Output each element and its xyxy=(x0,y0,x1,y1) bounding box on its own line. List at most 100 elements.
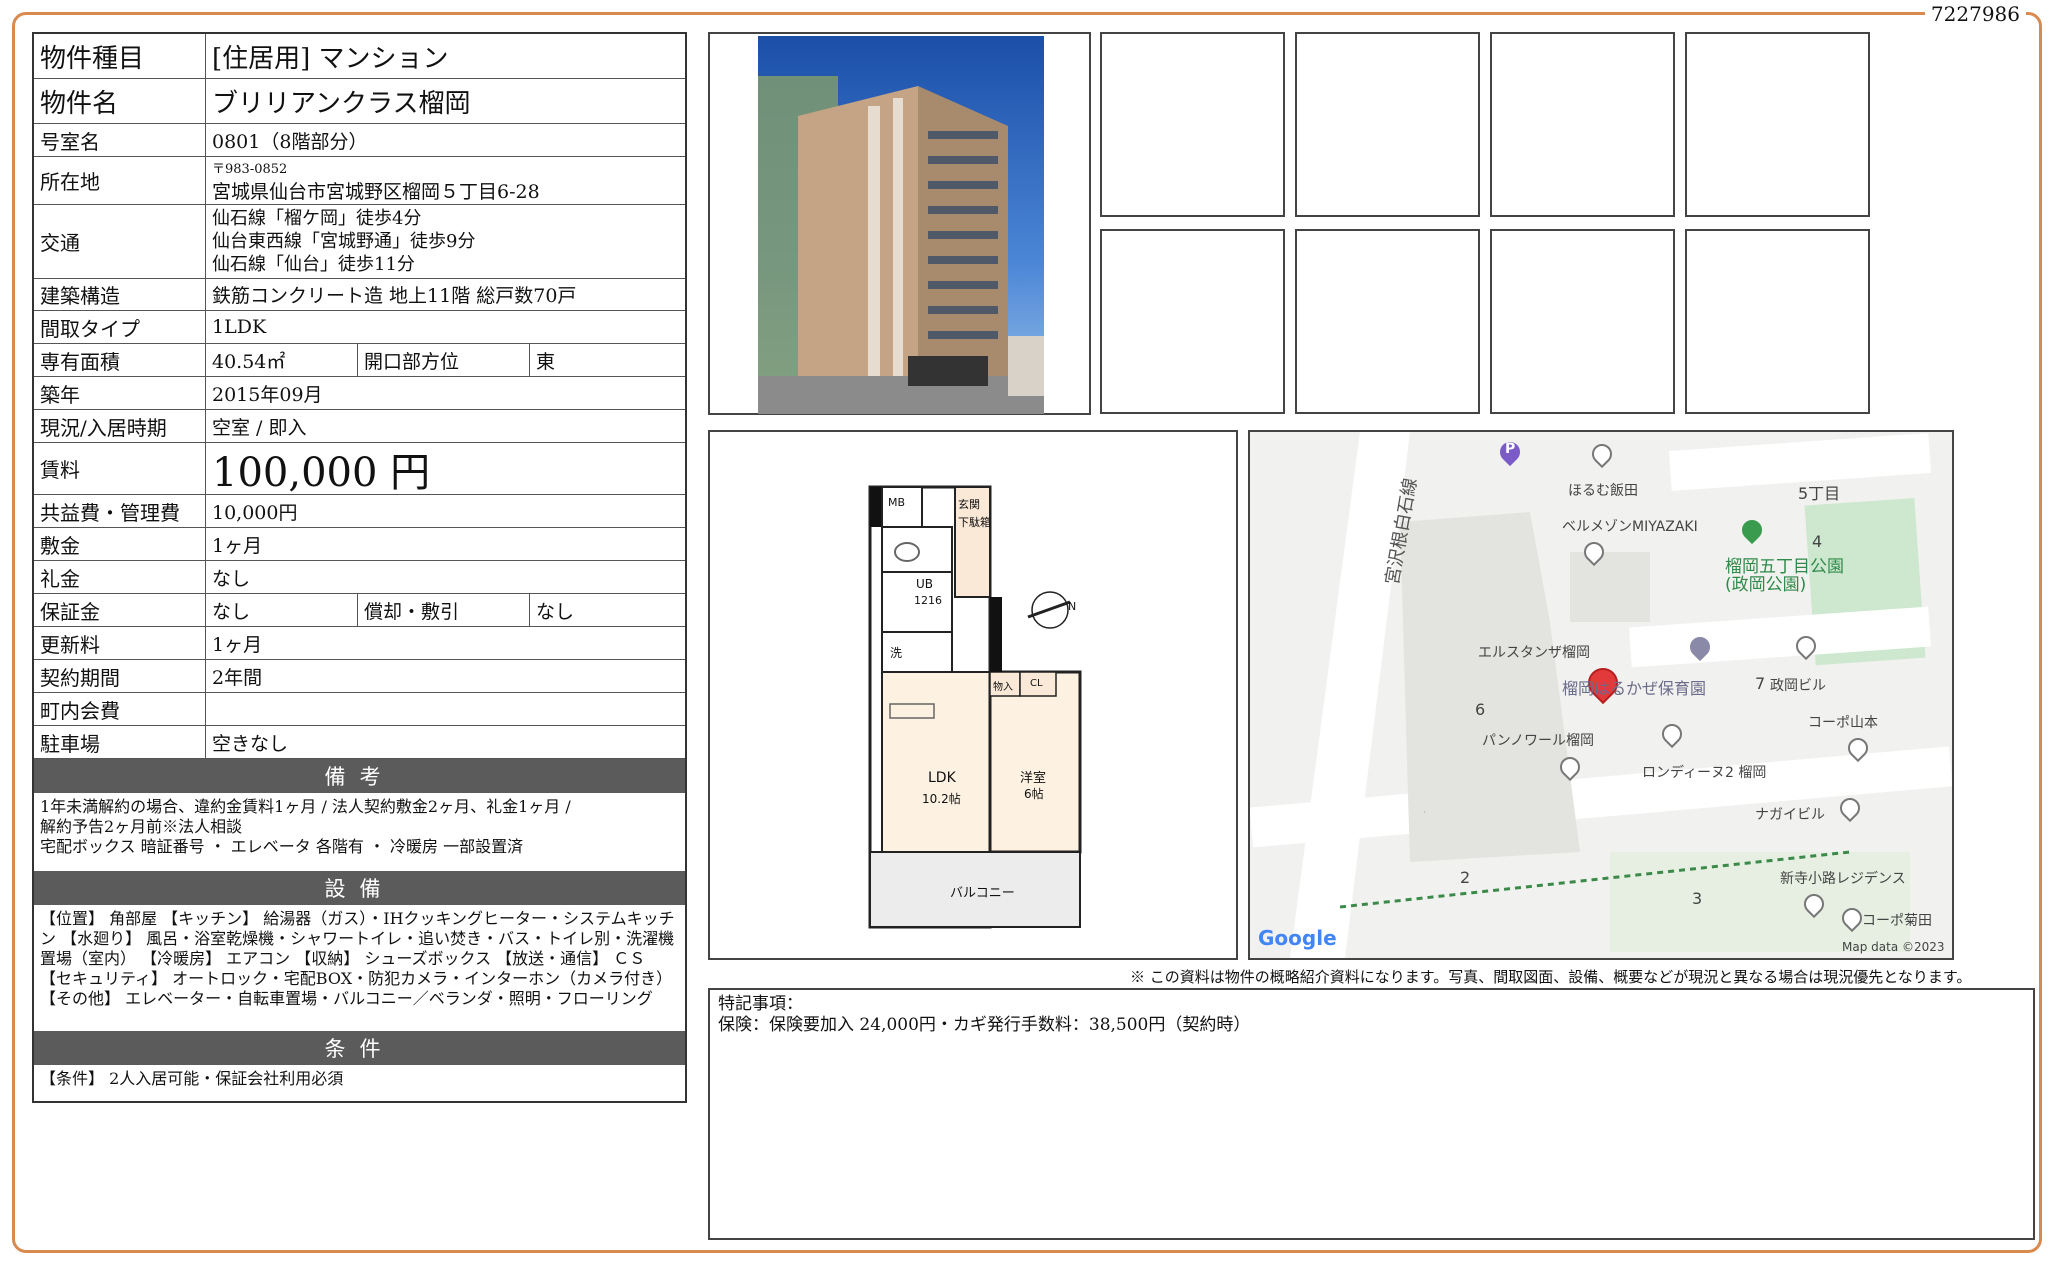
fee-value: 10,000円 xyxy=(212,501,298,524)
room-label: 号室名 xyxy=(34,124,206,156)
fp-ldk-size: 10.2帖 xyxy=(922,792,961,806)
map-rondine: ロンディーヌ2 榴岡 xyxy=(1642,765,1767,781)
type-value: [住居用] マンション xyxy=(212,43,449,74)
map-shinji: 新寺小路レジデンス xyxy=(1780,871,1906,887)
guarantee-label: 保証金 xyxy=(34,594,206,626)
map-corpo-yama: コーポ山本 xyxy=(1808,715,1878,731)
photo-slot-4 xyxy=(1685,32,1870,217)
built-value: 2015年09月 xyxy=(212,383,323,406)
fp-yoshitsu-size: 6帖 xyxy=(1024,787,1044,801)
map-corpo-kiku: コーポ菊田 xyxy=(1862,913,1932,929)
layout-label: 間取タイプ xyxy=(34,311,206,343)
area-value: 40.54㎡ xyxy=(206,344,358,376)
map-block-7: 7 xyxy=(1755,674,1766,693)
fp-cl: CL xyxy=(1030,678,1043,689)
special-notes-box: 特記事項： 保険：保険要加入 24,000円・カギ発行手数料：38,500円（契… xyxy=(708,988,2035,1240)
parking-label: 駐車場 xyxy=(34,726,206,758)
deposit-label: 敷金 xyxy=(34,528,206,560)
renewal-label: 更新料 xyxy=(34,627,206,659)
fp-ldk: LDK xyxy=(928,770,956,786)
type-label: 物件種目 xyxy=(34,34,206,78)
fp-mb: MB xyxy=(888,496,906,509)
key-money-label: 礼金 xyxy=(34,561,206,593)
renewal-value: 1ヶ月 xyxy=(212,633,263,656)
town-fee-label: 町内会費 xyxy=(34,693,206,725)
fp-gekobako: 下駄箱 xyxy=(958,516,991,529)
access-line-1: 仙石線「榴ケ岡」徒歩4分 xyxy=(212,208,422,229)
direction-value: 東 xyxy=(536,350,556,373)
address-value: 宮城県仙台市宮城野区榴岡５丁目6-28 xyxy=(212,180,540,203)
remarks-line-1: 1年未満解約の場合、違約金賃料1ヶ月 / 法人契約敷金2ヶ月、礼金1ヶ月 / xyxy=(40,797,571,816)
access-line-3: 仙石線「仙台」徒歩11分 xyxy=(212,254,415,275)
name-label: 物件名 xyxy=(34,79,206,123)
room-value: 0801（8階部分） xyxy=(212,130,368,153)
status-label: 現況/入居時期 xyxy=(34,410,206,442)
rent-value: 100,000 円 xyxy=(212,449,431,496)
photo-slot-5 xyxy=(1100,229,1285,414)
structure-label: 建築構造 xyxy=(34,279,206,310)
key-money-value: なし xyxy=(212,567,251,590)
photo-slot-8 xyxy=(1685,229,1870,414)
fee-label: 共益費・管理費 xyxy=(34,495,206,527)
photo-slot-2 xyxy=(1295,32,1480,217)
photo-slot-6 xyxy=(1295,229,1480,414)
remarks-line-3: 宅配ボックス 暗証番号 ・ エレベータ 各階有 ・ 冷暖房 一部設置済 xyxy=(40,837,524,856)
fp-wash: 洗 xyxy=(890,646,903,660)
equipment-heading: 設備 xyxy=(34,871,685,905)
photo-slot-1 xyxy=(1100,32,1285,217)
parking-icon: P xyxy=(1505,441,1516,457)
map-chome-5: 5丁目 xyxy=(1798,484,1841,503)
address-zip: 〒983-0852 xyxy=(212,161,288,177)
built-label: 築年 xyxy=(34,377,206,409)
google-logo: Google xyxy=(1258,926,1337,950)
building-illustration xyxy=(758,76,1044,414)
photo-slot-3 xyxy=(1490,32,1675,217)
conditions-body: 【条件】 2人入居可能・保証会社利用必須 xyxy=(40,1069,344,1088)
map-block-4: 4 xyxy=(1812,532,1823,551)
map-pannoir: パンノワール榴岡 xyxy=(1482,733,1594,749)
special-notes-label: 特記事項： xyxy=(718,994,803,1014)
access-label: 交通 xyxy=(34,205,206,278)
fp-ub: UB xyxy=(916,577,934,591)
layout-value: 1LDK xyxy=(212,316,267,338)
building-photo xyxy=(708,32,1091,415)
fp-nyu: 物入 xyxy=(993,682,1013,693)
map-hoikuen: 榴岡はるかぜ保育園 xyxy=(1562,679,1707,698)
remarks-body: 1年未満解約の場合、違約金賃料1ヶ月 / 法人契約敷金2ヶ月、礼金1ヶ月 / 解… xyxy=(34,793,685,871)
access-line-2: 仙台東西線「宮城野通」徒歩9分 xyxy=(212,231,476,252)
contract-value: 2年間 xyxy=(212,666,263,689)
name-value: ブリリアンクラス榴岡 xyxy=(212,88,471,119)
map-nagai: ナガイビル xyxy=(1755,807,1825,823)
status-value: 空室 / 即入 xyxy=(212,416,307,439)
remarks-heading: 備考 xyxy=(34,759,685,793)
document-number: 7227986 xyxy=(1924,2,2026,26)
town-fee-value xyxy=(206,693,685,725)
map-bell: ベルメゾンMIYAZAKI xyxy=(1562,519,1698,535)
location-map[interactable]: P 宮沢根白石線 5丁目 4 6 7 2 3 ほるむ飯田 ベルメゾンMIYAZA… xyxy=(1248,430,1954,960)
fp-ub-size: 1216 xyxy=(914,594,942,607)
floor-plan: MB 玄関 下駄箱 UB 1216 洗 LDK 10.2帖 物入 CL 洋室 6… xyxy=(708,430,1238,960)
map-park: 榴岡五丁目公園(政岡公園) xyxy=(1725,557,1844,595)
conditions-heading: 条件 xyxy=(34,1031,685,1065)
amort-label: 償却・敷引 xyxy=(358,594,530,626)
map-horumu: ほるむ飯田 xyxy=(1568,483,1638,499)
map-masaoka: 政岡ビル xyxy=(1770,678,1826,694)
remarks-line-2: 解約予告2ヶ月前※法人相談 xyxy=(40,817,243,836)
map-block-6: 6 xyxy=(1475,700,1486,719)
contract-label: 契約期間 xyxy=(34,660,206,692)
address-label: 所在地 xyxy=(34,157,206,204)
special-notes-text: 保険：保険要加入 24,000円・カギ発行手数料：38,500円（契約時） xyxy=(718,1015,1251,1035)
north-arrow-label: N xyxy=(1068,600,1077,613)
parking-value: 空きなし xyxy=(212,732,289,755)
map-elstanza: エルスタンザ榴岡 xyxy=(1478,645,1590,661)
equipment-body: 【位置】 角部屋 【キッチン】 給湯器（ガス）・IHクッキングヒーター・システム… xyxy=(40,909,675,1008)
map-block-3: 3 xyxy=(1692,889,1703,908)
map-data-credit: Map data ©2023 xyxy=(1842,940,1945,954)
structure-value: 鉄筋コンクリート造 地上11階 総戸数70戸 xyxy=(212,285,577,307)
map-block-2: 2 xyxy=(1460,868,1471,887)
area-label: 専有面積 xyxy=(34,344,206,376)
direction-label: 開口部方位 xyxy=(358,344,530,376)
guarantee-value: なし xyxy=(206,594,358,626)
deposit-value: 1ヶ月 xyxy=(212,534,263,557)
property-spec-table: 物件種目 [住居用] マンション 物件名 ブリリアンクラス榴岡 号室名 0801（8階… xyxy=(32,32,687,1103)
